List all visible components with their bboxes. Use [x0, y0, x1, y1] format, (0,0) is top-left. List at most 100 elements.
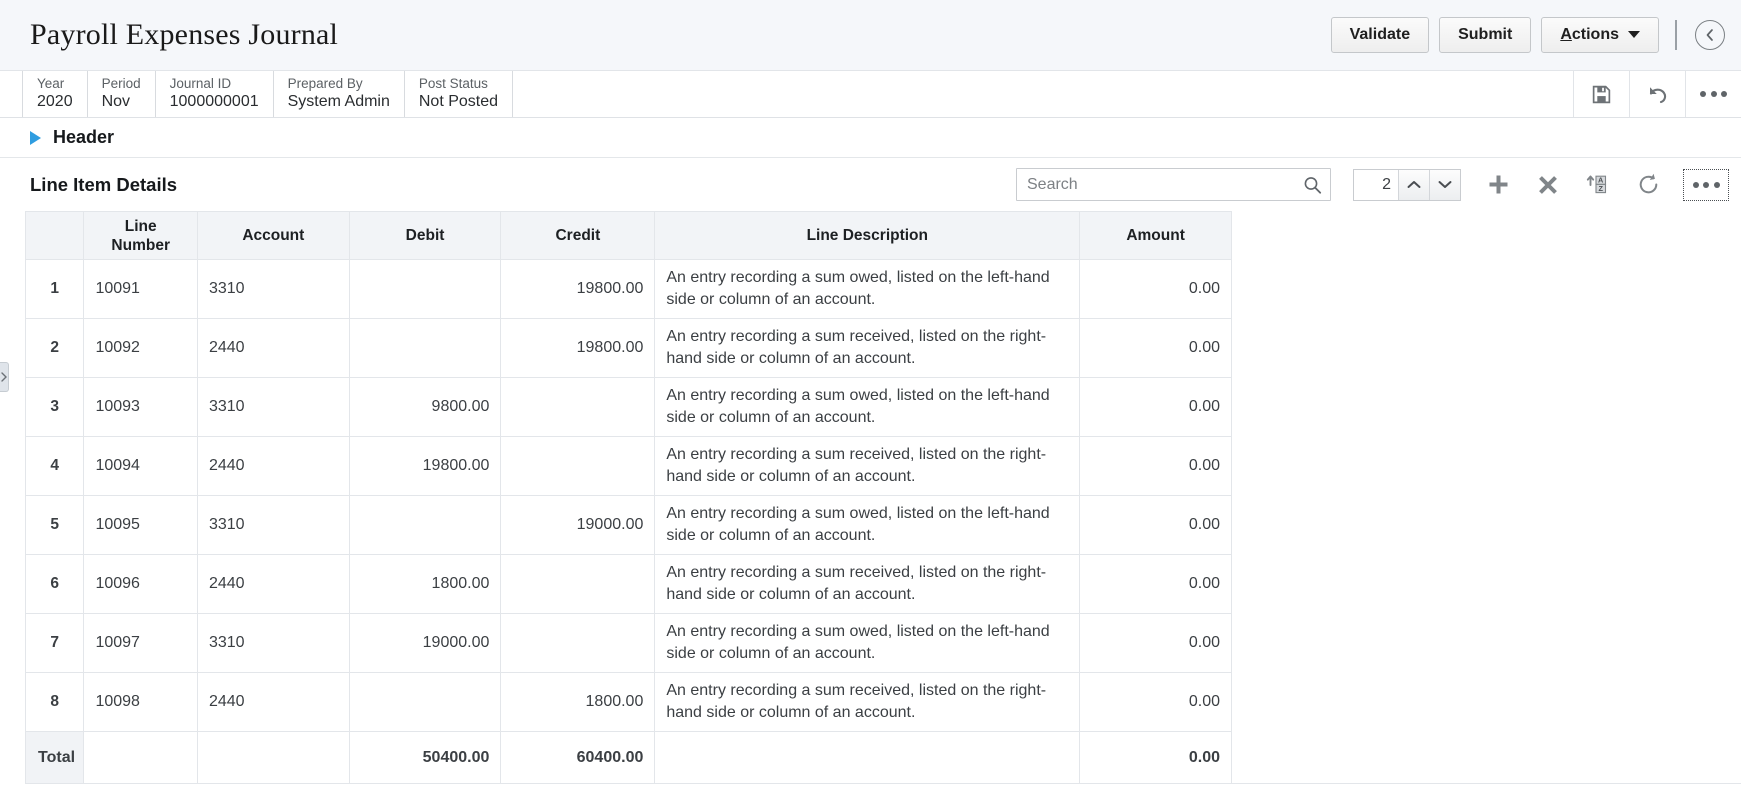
cell-amount[interactable]: 0.00	[1080, 378, 1232, 437]
search-icon[interactable]	[1303, 175, 1322, 194]
undo-icon[interactable]	[1629, 71, 1685, 117]
column-header-description[interactable]: Line Description	[655, 212, 1080, 260]
cell-amount[interactable]: 0.00	[1080, 260, 1232, 319]
stepper-value[interactable]: 2	[1354, 170, 1398, 200]
stepper-up-icon[interactable]	[1398, 170, 1429, 200]
cell-line-number[interactable]: 10097	[84, 614, 198, 673]
overflow-menu-icon[interactable]	[1683, 169, 1729, 201]
cell-credit[interactable]	[501, 378, 655, 437]
cell-credit[interactable]	[501, 555, 655, 614]
cell-credit[interactable]: 19800.00	[501, 319, 655, 378]
cell-description[interactable]: An entry recording a sum owed, listed on…	[655, 496, 1080, 555]
summary-field-label: Post Status	[419, 75, 498, 92]
add-row-icon[interactable]	[1473, 165, 1523, 205]
search-input[interactable]	[1017, 169, 1330, 200]
cell-debit[interactable]	[349, 673, 501, 732]
collapse-panel-icon[interactable]	[1695, 20, 1725, 50]
column-header-account[interactable]: Account	[197, 212, 349, 260]
cell-amount[interactable]: 0.00	[1080, 319, 1232, 378]
actions-menu-button[interactable]: Actions	[1541, 17, 1659, 53]
line-items-tool-group: 2	[1016, 165, 1729, 205]
delete-row-icon[interactable]	[1523, 165, 1573, 205]
cell-line-number[interactable]: 10098	[84, 673, 198, 732]
cell-description[interactable]: An entry recording a sum received, liste…	[655, 437, 1080, 496]
cell-account[interactable]: 2440	[197, 555, 349, 614]
left-drawer-expand-handle[interactable]	[0, 362, 9, 392]
grid-bottom-divider	[25, 783, 1741, 784]
more-options-icon[interactable]	[1685, 71, 1741, 117]
cell-credit[interactable]: 1800.00	[501, 673, 655, 732]
total-debit: 50400.00	[349, 732, 501, 784]
ellipsis-glyph	[1700, 91, 1727, 97]
validate-button[interactable]: Validate	[1331, 17, 1429, 53]
cell-credit[interactable]: 19000.00	[501, 496, 655, 555]
summary-field-value: Not Posted	[419, 92, 498, 112]
table-row[interactable]: 6 10096 2440 1800.00 An entry recording …	[26, 555, 1232, 614]
cell-description[interactable]: An entry recording a sum owed, listed on…	[655, 260, 1080, 319]
cell-line-number[interactable]: 10093	[84, 378, 198, 437]
cell-amount[interactable]: 0.00	[1080, 673, 1232, 732]
cell-debit[interactable]	[349, 260, 501, 319]
cell-amount[interactable]: 0.00	[1080, 555, 1232, 614]
cell-account[interactable]: 3310	[197, 378, 349, 437]
table-row[interactable]: 2 10092 2440 19800.00 An entry recording…	[26, 319, 1232, 378]
cell-description[interactable]: An entry recording a sum received, liste…	[655, 319, 1080, 378]
submit-button[interactable]: Submit	[1439, 17, 1531, 53]
cell-line-number[interactable]: 10092	[84, 319, 198, 378]
journal-summary-strip: Year 2020 Period Nov Journal ID 10000000…	[0, 71, 1741, 118]
save-icon[interactable]	[1573, 71, 1629, 117]
search-field[interactable]	[1016, 168, 1331, 201]
cell-description[interactable]: An entry recording a sum owed, listed on…	[655, 614, 1080, 673]
header-section-toggle[interactable]: Header	[0, 118, 1741, 158]
cell-amount[interactable]: 0.00	[1080, 614, 1232, 673]
row-index: 1	[26, 260, 84, 319]
total-description	[655, 732, 1080, 784]
cell-credit[interactable]	[501, 437, 655, 496]
column-header-debit[interactable]: Debit	[349, 212, 501, 260]
column-header-line-number[interactable]: LineNumber	[84, 212, 198, 260]
table-row[interactable]: 3 10093 3310 9800.00 An entry recording …	[26, 378, 1232, 437]
table-row[interactable]: 1 10091 3310 19800.00 An entry recording…	[26, 260, 1232, 319]
table-row[interactable]: 4 10094 2440 19800.00 An entry recording…	[26, 437, 1232, 496]
table-row[interactable]: 7 10097 3310 19000.00 An entry recording…	[26, 614, 1232, 673]
column-header-credit[interactable]: Credit	[501, 212, 655, 260]
cell-debit[interactable]: 19000.00	[349, 614, 501, 673]
table-row[interactable]: 8 10098 2440 1800.00 An entry recording …	[26, 673, 1232, 732]
disclosure-triangle-icon[interactable]	[30, 131, 41, 145]
total-label: Total	[26, 732, 84, 784]
column-header-amount[interactable]: Amount	[1080, 212, 1232, 260]
cell-account[interactable]: 3310	[197, 260, 349, 319]
cell-description[interactable]: An entry recording a sum received, liste…	[655, 555, 1080, 614]
cell-debit[interactable]: 1800.00	[349, 555, 501, 614]
page-header-bar: Payroll Expenses Journal Validate Submit…	[0, 0, 1741, 71]
cell-amount[interactable]: 0.00	[1080, 496, 1232, 555]
sort-az-icon[interactable]: A Z	[1573, 165, 1623, 205]
summary-toolbar	[1573, 71, 1741, 117]
cell-description[interactable]: An entry recording a sum owed, listed on…	[655, 378, 1080, 437]
cell-line-number[interactable]: 10094	[84, 437, 198, 496]
stepper-down-icon[interactable]	[1429, 170, 1460, 200]
cell-debit[interactable]	[349, 496, 501, 555]
cell-account[interactable]: 2440	[197, 437, 349, 496]
cell-line-number[interactable]: 10091	[84, 260, 198, 319]
cell-description[interactable]: An entry recording a sum received, liste…	[655, 673, 1080, 732]
cell-line-number[interactable]: 10095	[84, 496, 198, 555]
cell-credit[interactable]: 19800.00	[501, 260, 655, 319]
cell-account[interactable]: 2440	[197, 319, 349, 378]
total-account	[197, 732, 349, 784]
cell-line-number[interactable]: 10096	[84, 555, 198, 614]
cell-credit[interactable]	[501, 614, 655, 673]
row-index: 5	[26, 496, 84, 555]
row-index: 4	[26, 437, 84, 496]
table-total-row: Total 50400.00 60400.00 0.00	[26, 732, 1232, 784]
cell-account[interactable]: 3310	[197, 614, 349, 673]
cell-account[interactable]: 3310	[197, 496, 349, 555]
row-number-stepper[interactable]: 2	[1353, 169, 1461, 201]
cell-debit[interactable]: 19800.00	[349, 437, 501, 496]
refresh-icon[interactable]	[1623, 165, 1673, 205]
cell-debit[interactable]	[349, 319, 501, 378]
cell-account[interactable]: 2440	[197, 673, 349, 732]
table-row[interactable]: 5 10095 3310 19000.00 An entry recording…	[26, 496, 1232, 555]
cell-debit[interactable]: 9800.00	[349, 378, 501, 437]
cell-amount[interactable]: 0.00	[1080, 437, 1232, 496]
